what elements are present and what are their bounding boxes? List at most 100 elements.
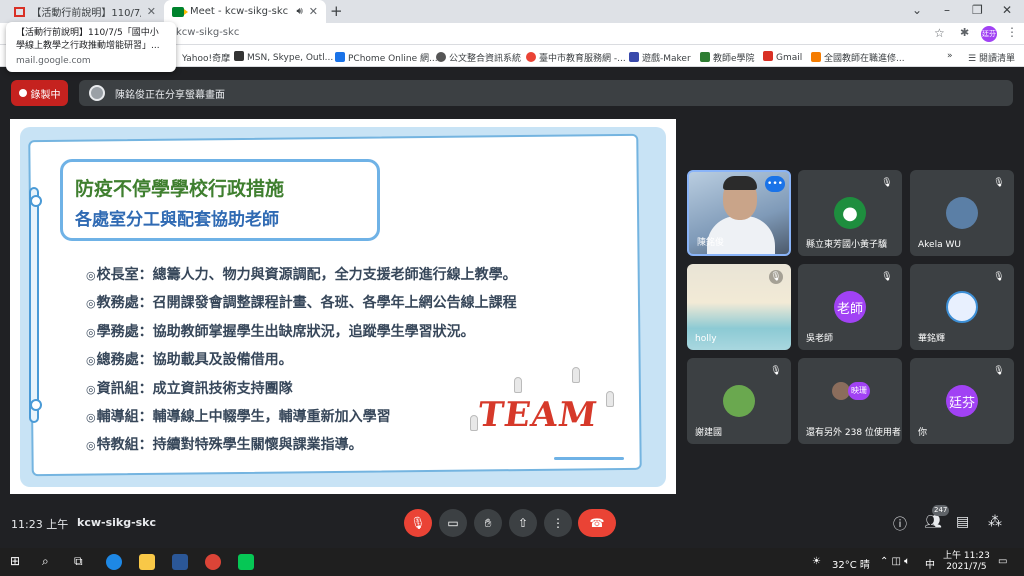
file-explorer-icon[interactable] — [139, 554, 155, 570]
avatar — [946, 291, 978, 323]
windows-start-icon[interactable]: ⊞ — [10, 554, 20, 568]
bookmark-item[interactable]: 全國教師在職進修... — [811, 51, 905, 64]
mic-off-icon: 🎙︎ — [881, 272, 893, 282]
figure-icon — [514, 377, 522, 393]
tab-tooltip: 【活動行前說明】110/7/5「國中小學線上教學之行政推動增能研習」... ma… — [6, 22, 176, 72]
avatar: 老師 — [834, 291, 866, 323]
recording-label: 錄製中 — [30, 89, 61, 101]
recording-indicator[interactable]: 錄製中 — [11, 80, 68, 106]
tooltip-domain: mail.google.com — [16, 56, 91, 66]
close-window-button[interactable]: ✕ — [1002, 3, 1012, 17]
participant-tile[interactable]: 🎙︎ 老師 吳老師 — [798, 264, 902, 350]
taskbar: ⊞ ⌕ ⧉ ☀︎ 32°C 晴 ⌃ ◫ 🔈︎ 中 上午 11:23 2021/7… — [0, 548, 1024, 576]
slide-item: 教務處：召開課發會調整課程計畫、各班、各學年上網公告線上課程 — [86, 289, 626, 317]
bookmark-item[interactable]: Yahoo!奇摩 — [182, 51, 230, 64]
weather-text[interactable]: 32°C 晴 — [832, 556, 870, 571]
minimize-button[interactable]: – — [944, 3, 950, 17]
search-icon[interactable]: ⌕ — [42, 554, 49, 569]
avatar — [946, 197, 978, 229]
tooltip-title: 【活動行前說明】110/7/5「國中小學線上教學之行政推動增能研習」... — [16, 28, 160, 51]
presenting-banner: 陳銘俊正在分享螢幕畫面 — [79, 80, 1013, 106]
clock-time: 上午 11:23 — [943, 551, 990, 561]
chrome-icon[interactable] — [205, 554, 221, 570]
hand-icon: ✋︎ — [484, 515, 492, 530]
present-button[interactable]: ⇧ — [509, 509, 537, 537]
task-view-icon[interactable]: ⧉ — [74, 554, 83, 569]
mic-off-icon: 🎙︎ — [769, 270, 783, 284]
participant-tile[interactable]: 🎙︎ 華銘輝 — [910, 264, 1014, 350]
line-icon[interactable] — [238, 554, 254, 570]
participant-name: 吳老師 — [806, 334, 834, 344]
url-field[interactable]: kcw-sikg-skc — [176, 27, 239, 38]
reading-list-button[interactable]: ☰ 閱讀清單 — [968, 51, 1015, 64]
camera-toggle-button[interactable]: ▭ — [439, 509, 467, 537]
mic-off-icon: 🎙︎ — [993, 272, 1005, 282]
meeting-details-icon[interactable]: ⓘ — [893, 514, 907, 534]
gmail-icon — [14, 6, 26, 17]
participant-tile[interactable]: ••• 陳銘俊 — [687, 170, 791, 256]
meet-icon — [172, 6, 188, 17]
people-icon[interactable]: 👥︎ — [924, 514, 942, 530]
chat-icon[interactable]: ▤ — [956, 514, 969, 530]
bookmark-item[interactable]: 臺中市教育服務網 -... — [526, 51, 626, 64]
speaker-icon[interactable]: 🔊︎ — [296, 6, 302, 17]
edge-icon[interactable] — [106, 554, 122, 570]
notification-icon[interactable]: ▭ — [998, 556, 1007, 567]
ime-indicator[interactable]: 中 — [925, 556, 935, 571]
activities-icon[interactable]: ⁂ — [988, 514, 1002, 530]
maximize-button[interactable]: ❐ — [972, 3, 983, 17]
tab-meet[interactable]: Meet - kcw-sikg-skc 🔊︎ ✕ — [164, 0, 326, 23]
tab-strip: 【活動行前說明】110/7/5「國中 ✕ Meet - kcw-sikg-skc… — [0, 0, 1024, 23]
close-tab-icon[interactable]: ✕ — [147, 5, 156, 18]
weather-icon[interactable]: ☀︎ — [812, 556, 821, 567]
presenter-avatar — [89, 85, 105, 101]
participant-name: 謝建國 — [695, 428, 723, 438]
word-icon[interactable] — [172, 554, 188, 570]
team-word: TEAM — [475, 395, 601, 435]
others-tile[interactable]: 映珊 還有另外 238 位使用者 — [798, 358, 902, 444]
camera-icon: ▭ — [447, 516, 459, 530]
avatar: 映珊 — [848, 382, 870, 400]
browser-menu-icon[interactable]: ⋮ — [1006, 25, 1018, 39]
raise-hand-button[interactable]: ✋︎ — [474, 509, 502, 537]
slide-subtitle: 各處室分工與配套協助老師 — [75, 210, 279, 230]
mic-off-icon: 🎙︎ — [993, 366, 1005, 376]
bookmark-star-icon[interactable]: ☆ — [934, 26, 945, 40]
tab-gmail[interactable]: 【活動行前說明】110/7/5「國中 ✕ — [6, 0, 164, 23]
bookmark-item[interactable]: 遊戲-Maker — [629, 51, 691, 64]
participant-name: 你 — [918, 428, 928, 438]
tray-icons[interactable]: ⌃ ◫ 🔈︎ — [880, 556, 910, 567]
extensions-icon[interactable]: ✱ — [960, 26, 969, 39]
video-hair — [723, 176, 757, 190]
slide-item: 學務處：協助教師掌握學生出缺席狀況，追蹤學生學習狀況。 — [86, 318, 626, 346]
bookmark-item[interactable]: 教師e學院 — [700, 51, 755, 64]
reading-list-icon: ☰ — [968, 54, 979, 64]
bookmark-item[interactable]: MSN, Skype, Outl... — [234, 51, 333, 63]
mic-toggle-button[interactable]: 🎙︎ — [404, 509, 432, 537]
mic-off-icon: 🎙︎ — [881, 178, 893, 188]
slide-item: 校長室：總籌人力、物力與資源調配，全力支援老師進行線上教學。 — [86, 261, 626, 289]
bookmarks-overflow-button[interactable]: » — [947, 51, 953, 61]
participant-tile[interactable]: 🎙︎ 謝建國 — [687, 358, 791, 444]
participant-tile[interactable]: 🎙︎ ● 縣立東芳國小黃子驥 — [798, 170, 902, 256]
leave-call-button[interactable]: ☎︎ — [578, 509, 616, 537]
profile-avatar[interactable]: 廷芬 — [981, 26, 997, 42]
close-tab-icon[interactable]: ✕ — [309, 5, 318, 18]
more-options-button[interactable]: ⋮ — [544, 509, 572, 537]
self-tile[interactable]: 🎙︎ 廷芬 你 — [910, 358, 1014, 444]
bookmark-item[interactable]: 公文整合資訊系統 — [436, 51, 521, 64]
participant-tile[interactable]: 🎙︎ Akela WU — [910, 170, 1014, 256]
participant-tile[interactable]: 🎙︎ holly — [687, 264, 791, 350]
new-tab-button[interactable]: + — [330, 2, 343, 20]
mic-off-icon: 🎙︎ — [770, 366, 782, 376]
bookmark-item[interactable]: Gmail — [763, 51, 802, 63]
tab-label: 【活動行前說明】110/7/5「國中 — [31, 8, 141, 19]
more-options-icon[interactable]: ••• — [765, 176, 785, 192]
system-clock[interactable]: 上午 11:23 2021/7/5 — [943, 551, 990, 573]
participant-name: 華銘輝 — [918, 334, 946, 344]
shared-screen: 防疫不停學學校行政措施 各處室分工與配套協助老師 校長室：總籌人力、物力與資源調… — [10, 119, 676, 494]
clock-date: 2021/7/5 — [946, 562, 987, 572]
figure-icon — [606, 391, 614, 407]
tab-search-icon[interactable]: ⌄ — [912, 3, 922, 17]
bookmark-item[interactable]: PChome Online 網... — [335, 51, 438, 64]
